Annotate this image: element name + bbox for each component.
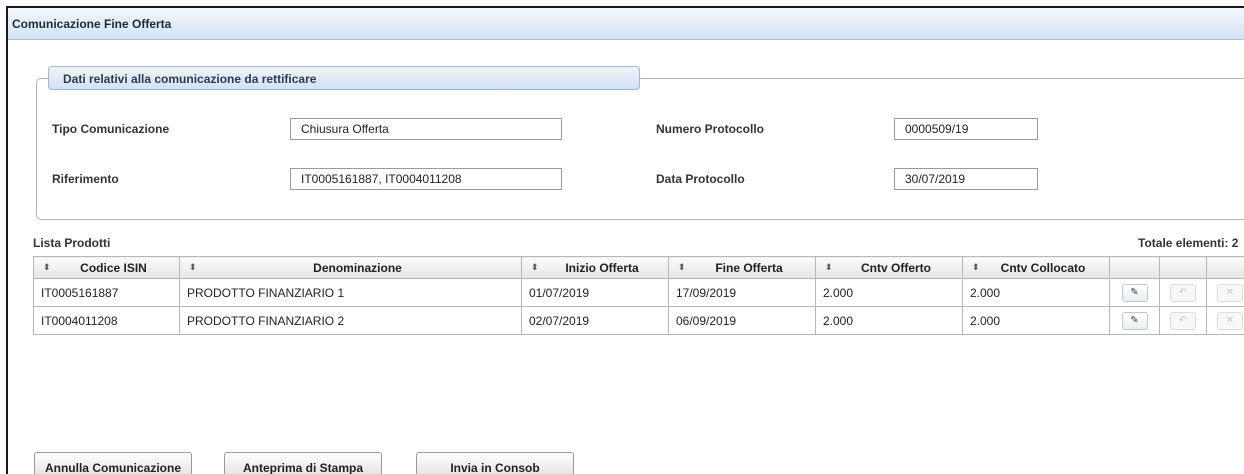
lista-prodotti-title: Lista Prodotti bbox=[33, 236, 111, 250]
tipo-comunicazione-label: Tipo Comunicazione bbox=[52, 122, 170, 136]
undo-icon[interactable]: ↶ bbox=[1170, 283, 1196, 302]
column-header-fine-offerta[interactable]: ⬍ Fine Offerta bbox=[668, 256, 816, 279]
cell-cntv-offerto: 2.000 bbox=[815, 278, 963, 307]
column-header-inizio-offerta[interactable]: ⬍ Inizio Offerta bbox=[521, 256, 669, 279]
column-header-action bbox=[1206, 256, 1244, 279]
column-header-action bbox=[1159, 256, 1207, 279]
cell-inizio-offerta: 01/07/2019 bbox=[521, 278, 669, 307]
cell-fine-offerta: 17/09/2019 bbox=[668, 278, 816, 307]
edit-icon[interactable]: ✎ bbox=[1121, 311, 1148, 330]
annulla-comunicazione-button[interactable]: Annulla Comunicazione bbox=[34, 452, 192, 474]
cell-codice-isin: IT0004011208 bbox=[33, 306, 180, 335]
prodotti-table: ⬍ Codice ISIN ⬍ Denominazione ⬍ Inizio Offe… bbox=[33, 256, 1244, 335]
anteprima-stampa-button[interactable]: Anteprima di Stampa bbox=[224, 452, 382, 474]
numero-protocollo-label: Numero Protocollo bbox=[656, 122, 765, 136]
cell-denominazione: PRODOTTO FINANZIARIO 1 bbox=[179, 278, 522, 307]
table-row[interactable]: IT0005161887 PRODOTTO FINANZIARIO 1 01/0… bbox=[33, 278, 1244, 307]
riferimento-label: Riferimento bbox=[52, 172, 119, 186]
cell-inizio-offerta: 02/07/2019 bbox=[521, 306, 669, 335]
column-header-codice-isin[interactable]: ⬍ Codice ISIN bbox=[33, 256, 180, 279]
window-frame: Comunicazione Fine Offerta Dati relativi… bbox=[6, 6, 1244, 474]
column-header-action bbox=[1109, 256, 1160, 279]
cell-fine-offerta: 06/09/2019 bbox=[668, 306, 816, 335]
cell-cntv-collocato: 2.000 bbox=[962, 306, 1110, 335]
numero-protocollo-field[interactable] bbox=[894, 118, 1038, 140]
cell-denominazione: PRODOTTO FINANZIARIO 2 bbox=[179, 306, 522, 335]
sort-icon: ⬍ bbox=[43, 262, 51, 272]
riferimento-field[interactable] bbox=[290, 168, 562, 190]
edit-icon[interactable]: ✎ bbox=[1121, 283, 1148, 302]
data-protocollo-label: Data Protocollo bbox=[656, 172, 745, 186]
table-row[interactable]: IT0004011208 PRODOTTO FINANZIARIO 2 02/0… bbox=[33, 306, 1244, 335]
fieldset-legend-label: Dati relativi alla comunicazione da rett… bbox=[63, 72, 317, 86]
totale-elementi: Totale elementi: 2 bbox=[1138, 236, 1239, 250]
cell-cntv-collocato: 2.000 bbox=[962, 278, 1110, 307]
cell-cntv-offerto: 2.000 bbox=[815, 306, 963, 335]
column-header-cntv-collocato[interactable]: ⬍ Cntv Collocato bbox=[962, 256, 1110, 279]
tipo-comunicazione-field[interactable] bbox=[290, 118, 562, 140]
data-protocollo-field[interactable] bbox=[894, 168, 1038, 190]
sort-icon: ⬍ bbox=[531, 262, 539, 272]
invia-consob-button[interactable]: Invia in Consob bbox=[416, 452, 574, 474]
sort-icon: ⬍ bbox=[678, 262, 686, 272]
column-header-cntv-offerto[interactable]: ⬍ Cntv Offerto bbox=[815, 256, 963, 279]
window-titlebar: Comunicazione Fine Offerta bbox=[8, 8, 1244, 40]
sort-icon: ⬍ bbox=[972, 262, 980, 272]
communication-fieldset bbox=[36, 78, 1244, 220]
window-title: Comunicazione Fine Offerta bbox=[12, 17, 172, 31]
undo-icon[interactable]: ↶ bbox=[1170, 311, 1196, 330]
delete-icon[interactable]: ✕ bbox=[1217, 311, 1243, 330]
table-header-row: ⬍ Codice ISIN ⬍ Denominazione ⬍ Inizio Offe… bbox=[33, 256, 1244, 279]
cell-codice-isin: IT0005161887 bbox=[33, 278, 180, 307]
column-header-denominazione[interactable]: ⬍ Denominazione bbox=[179, 256, 522, 279]
fieldset-legend: Dati relativi alla comunicazione da rett… bbox=[48, 66, 640, 90]
sort-icon: ⬍ bbox=[189, 262, 197, 272]
delete-icon[interactable]: ✕ bbox=[1217, 283, 1243, 302]
sort-icon: ⬍ bbox=[825, 262, 833, 272]
